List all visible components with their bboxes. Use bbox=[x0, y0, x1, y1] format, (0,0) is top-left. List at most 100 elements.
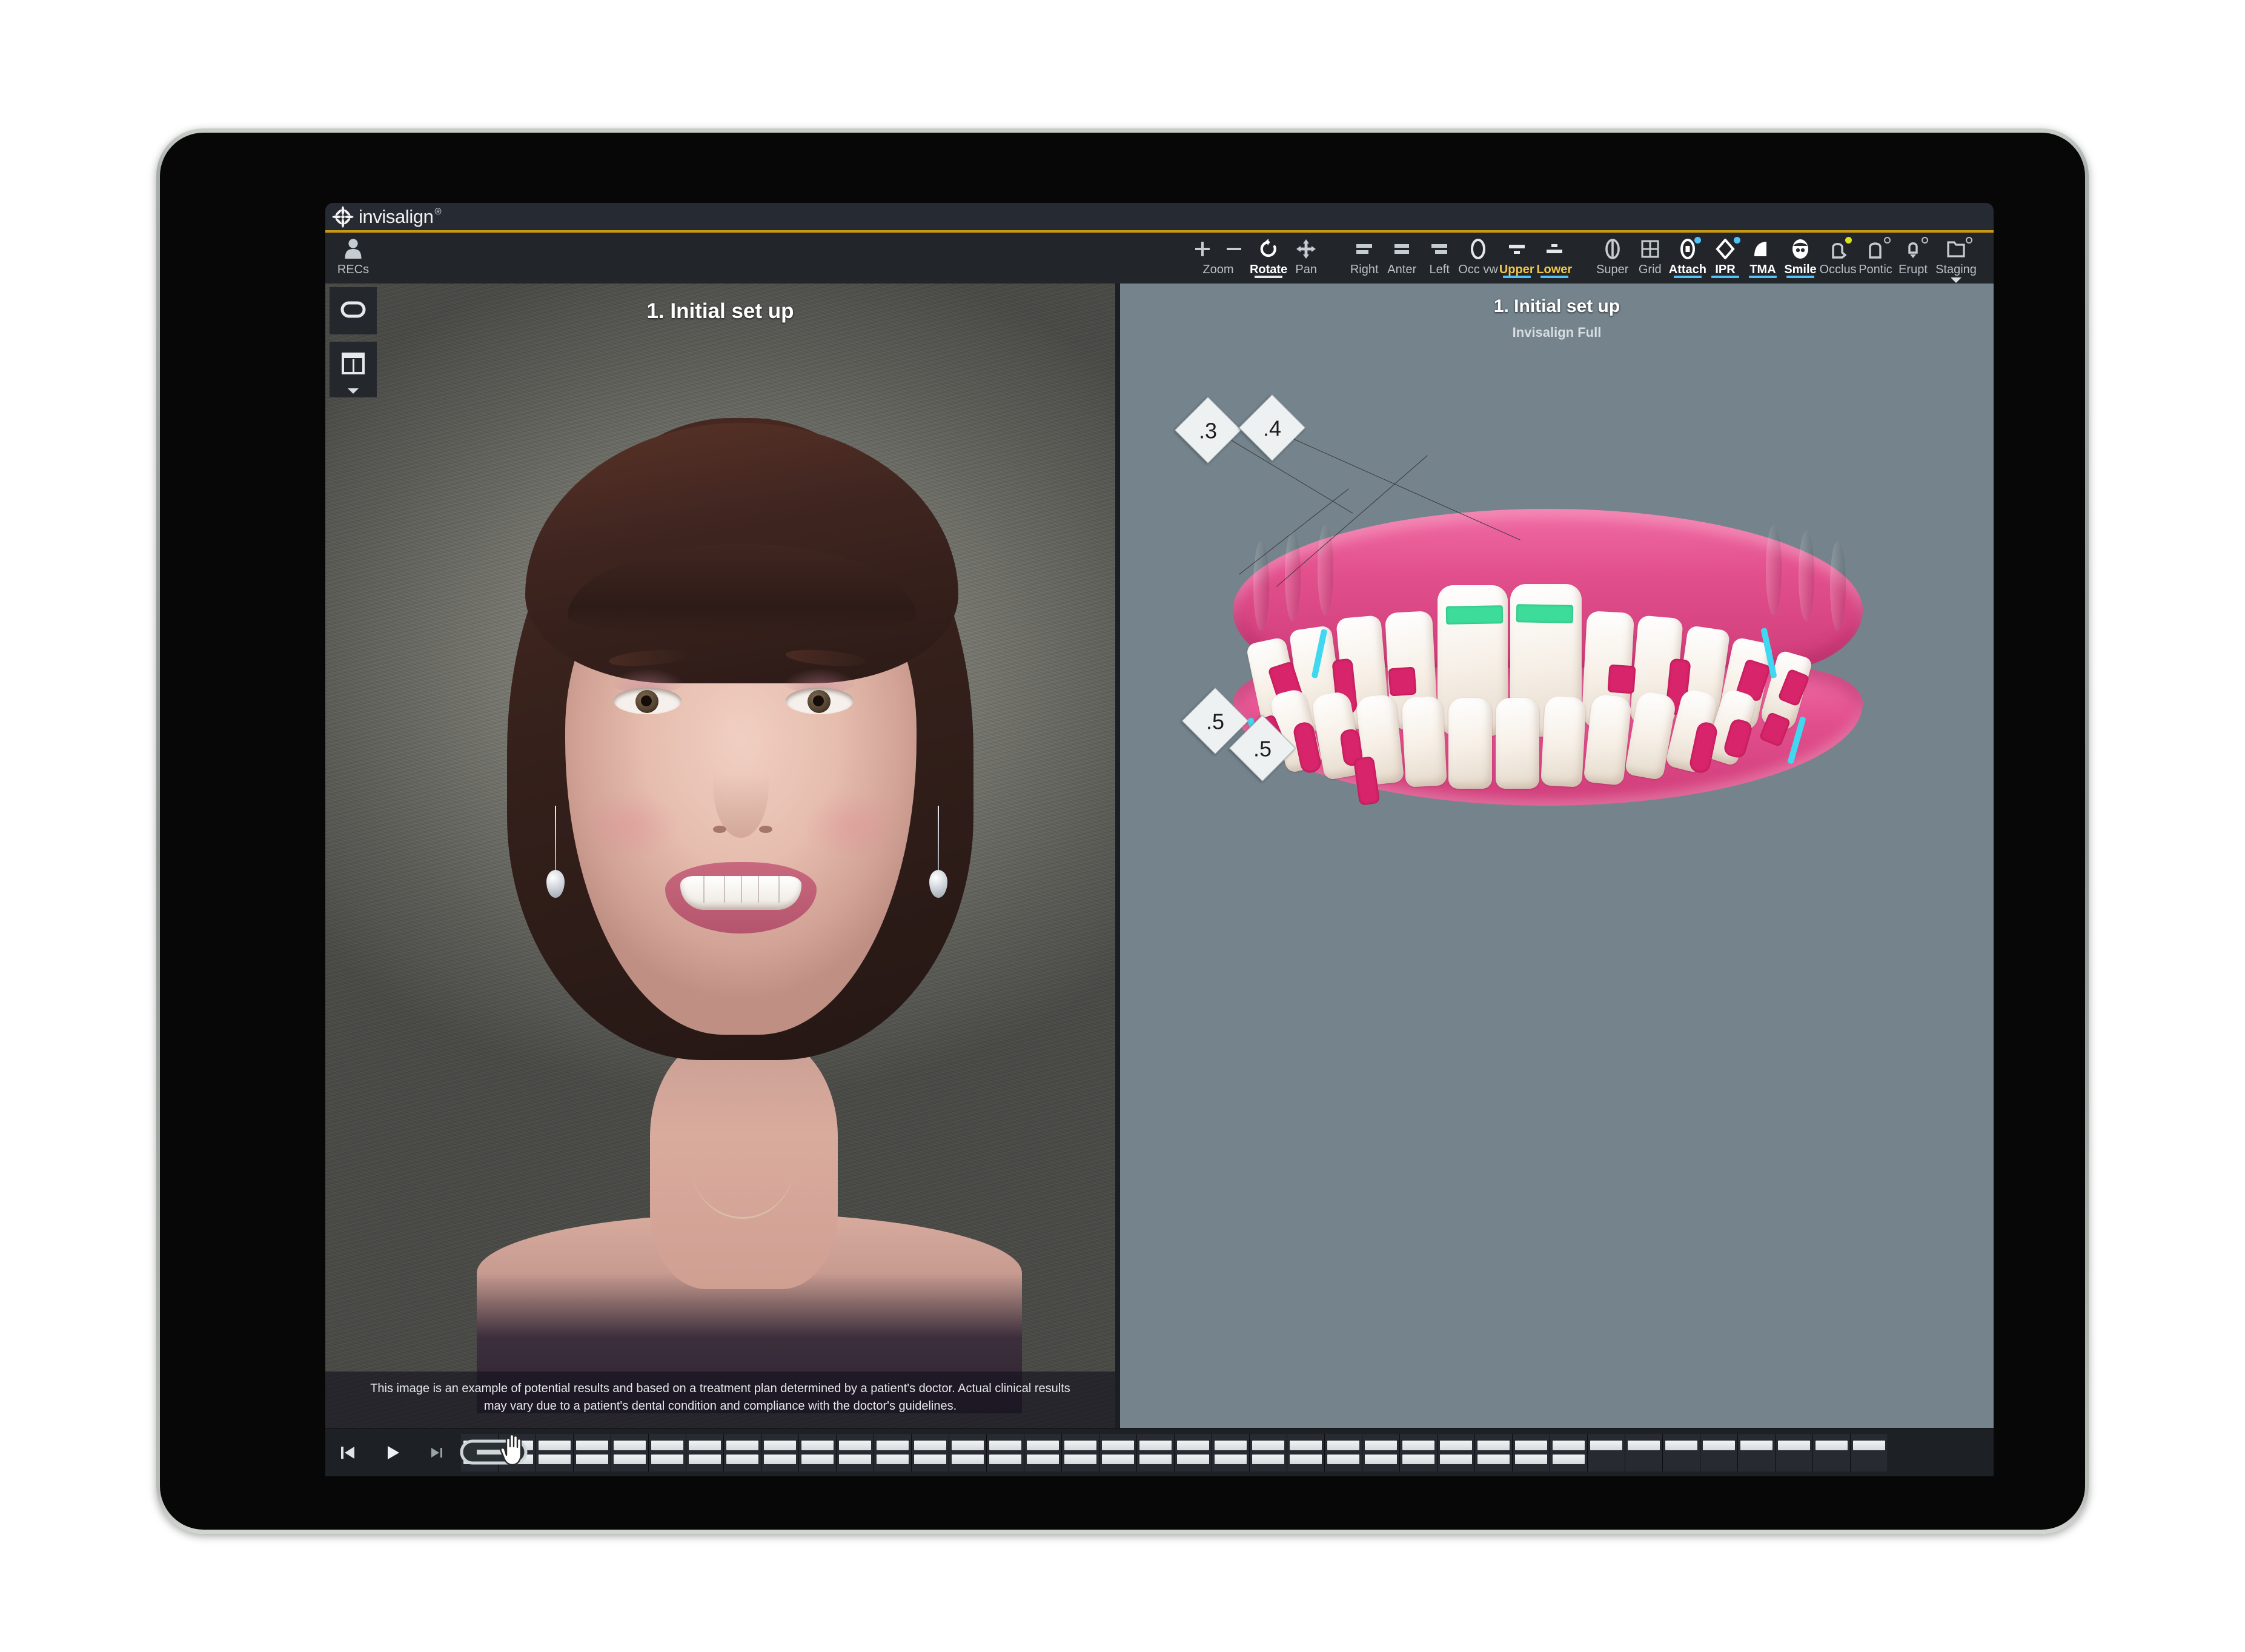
timeline-stage-cell[interactable] bbox=[1250, 1433, 1287, 1471]
timeline-stage-cell[interactable] bbox=[1325, 1433, 1362, 1471]
staging-dropdown-caret[interactable] bbox=[1951, 277, 1961, 283]
timeline-stage-cell[interactable] bbox=[1700, 1433, 1738, 1471]
oval-tool-button[interactable] bbox=[330, 287, 377, 334]
dental-3d-viewport[interactable]: 1. Initial set up Invisalign Full .3 .4 … bbox=[1120, 284, 1994, 1428]
timeline-stage-cell[interactable] bbox=[874, 1433, 912, 1471]
occlusal-view-tool[interactable]: Occ vw bbox=[1458, 233, 1498, 284]
timeline-stage-cell[interactable] bbox=[686, 1433, 724, 1471]
oval-outline-icon bbox=[340, 301, 366, 321]
smile-tool[interactable]: Smile bbox=[1782, 233, 1819, 284]
tma-arch-icon bbox=[1752, 238, 1774, 260]
attachment-tool[interactable]: Attach bbox=[1669, 233, 1706, 284]
rotate-active-underline bbox=[1255, 276, 1283, 278]
timeline-stage-cell[interactable] bbox=[1738, 1433, 1776, 1471]
tma-active-underline bbox=[1749, 276, 1777, 278]
rotate-label: Rotate bbox=[1249, 263, 1288, 276]
superimpose-tool[interactable]: Super bbox=[1594, 233, 1631, 284]
stage-bar-upper bbox=[1553, 1441, 1585, 1450]
pontic-tool[interactable]: Pontic bbox=[1857, 233, 1894, 284]
timeline-track[interactable] bbox=[461, 1433, 1888, 1471]
ipr-measurement-badge[interactable]: .4 bbox=[1238, 394, 1306, 462]
occlusion-tool[interactable]: Occlus bbox=[1819, 233, 1857, 284]
stage-bar-lower bbox=[1703, 1455, 1735, 1464]
nostril-right bbox=[759, 826, 772, 833]
skip-to-end-button[interactable] bbox=[415, 1428, 460, 1477]
timeline-stage-cell[interactable] bbox=[649, 1433, 686, 1471]
invisalign-clincheck-app: invisalign ® RECs Zoom Rotate Pan Right … bbox=[325, 203, 1994, 1476]
timeline-stage-cell[interactable] bbox=[1550, 1433, 1588, 1471]
timeline-stage-cell[interactable] bbox=[1400, 1433, 1438, 1471]
timeline-stage-cell[interactable] bbox=[1588, 1433, 1625, 1471]
play-button[interactable] bbox=[370, 1428, 415, 1477]
stage-bar-lower bbox=[1027, 1455, 1059, 1464]
skip-to-start-button[interactable] bbox=[325, 1428, 370, 1477]
view-anterior-label: Anter bbox=[1387, 263, 1417, 276]
timeline-stage-cell[interactable] bbox=[912, 1433, 949, 1471]
view-left-tool[interactable]: Left bbox=[1421, 233, 1458, 284]
timeline-stage-cell[interactable] bbox=[611, 1433, 649, 1471]
timeline-stage-cell[interactable] bbox=[1776, 1433, 1813, 1471]
timeline-stage-cell[interactable] bbox=[1851, 1433, 1888, 1471]
timeline-stage-cell[interactable] bbox=[949, 1433, 987, 1471]
stage-bar-upper bbox=[801, 1441, 834, 1450]
tooth-lower-central bbox=[1448, 698, 1492, 789]
timeline-stage-cell[interactable] bbox=[724, 1433, 761, 1471]
eruption-tool[interactable]: Erupt bbox=[1894, 233, 1932, 284]
timeline-stage-cell[interactable] bbox=[1813, 1433, 1851, 1471]
ipr-value: .5 bbox=[1205, 709, 1225, 734]
timeline-stage-cell[interactable] bbox=[761, 1433, 799, 1471]
timeline-stage-cell[interactable] bbox=[1175, 1433, 1212, 1471]
grid-tool[interactable]: Grid bbox=[1631, 233, 1669, 284]
timeline-stage-cell[interactable] bbox=[536, 1433, 574, 1471]
timeline-stage-cell[interactable] bbox=[837, 1433, 874, 1471]
stage-timeline[interactable] bbox=[460, 1428, 1994, 1477]
timeline-stage-cell[interactable] bbox=[799, 1433, 837, 1471]
timeline-stage-cell[interactable] bbox=[1024, 1433, 1062, 1471]
stage-bar-upper bbox=[1703, 1441, 1735, 1450]
stage-bar-upper bbox=[1853, 1441, 1885, 1450]
pan-tool[interactable]: Pan bbox=[1287, 233, 1325, 284]
timeline-stage-cell[interactable] bbox=[1475, 1433, 1513, 1471]
upper-arch-tool[interactable]: Upper bbox=[1498, 233, 1536, 284]
stage-bar-upper bbox=[651, 1441, 683, 1450]
timeline-stage-cell[interactable] bbox=[1663, 1433, 1700, 1471]
lower-arch-tool[interactable]: Lower bbox=[1536, 233, 1573, 284]
view-right-tool[interactable]: Right bbox=[1345, 233, 1383, 284]
ipr-measurement-badge[interactable]: .3 bbox=[1174, 396, 1242, 464]
layout-dropdown-caret[interactable] bbox=[348, 388, 359, 394]
timeline-stage-cell[interactable] bbox=[1438, 1433, 1475, 1471]
lower-active-underline bbox=[1540, 276, 1568, 278]
ipr-tool[interactable]: IPR bbox=[1706, 233, 1744, 284]
layout-tool-button[interactable] bbox=[330, 342, 377, 397]
timeline-stage-cell[interactable] bbox=[1212, 1433, 1250, 1471]
rotate-tool[interactable]: Rotate bbox=[1250, 233, 1287, 284]
timeline-stage-cell[interactable] bbox=[574, 1433, 611, 1471]
timeline-stage-cell[interactable] bbox=[1625, 1433, 1663, 1471]
tooth-lower bbox=[1540, 695, 1587, 788]
earring-right bbox=[929, 806, 947, 898]
staging-tool[interactable]: Staging bbox=[1932, 233, 1980, 284]
view-anterior-tool[interactable]: Anter bbox=[1383, 233, 1421, 284]
timeline-stage-cell[interactable] bbox=[987, 1433, 1024, 1471]
timeline-stage-cell[interactable] bbox=[1362, 1433, 1400, 1471]
minus-icon[interactable] bbox=[1225, 240, 1243, 258]
recs-button[interactable]: RECs bbox=[330, 233, 376, 284]
stage-bar-upper bbox=[726, 1441, 758, 1450]
timeline-stage-cell[interactable] bbox=[1062, 1433, 1099, 1471]
superimpose-icon bbox=[1605, 238, 1620, 260]
smile-active-underline bbox=[1786, 276, 1814, 278]
timeline-stage-cell[interactable] bbox=[1287, 1433, 1325, 1471]
plus-icon[interactable] bbox=[1193, 240, 1212, 258]
timeline-stage-cell[interactable] bbox=[1099, 1433, 1137, 1471]
timeline-stage-cell[interactable] bbox=[1513, 1433, 1550, 1471]
timeline-stage-cell[interactable] bbox=[1137, 1433, 1175, 1471]
smile-photo-panel[interactable]: 1. Initial set up This image is an examp… bbox=[325, 284, 1115, 1428]
right-panel-title: 1. Initial set up bbox=[1493, 296, 1620, 316]
tma-tool[interactable]: TMA bbox=[1744, 233, 1782, 284]
toolbar-groups: Zoom Rotate Pan Right Anter Left Occ vw … bbox=[1187, 233, 1994, 284]
occlusion-label: Occlus bbox=[1819, 263, 1857, 276]
feature-tool-group: Super Grid Attach IPR TMA Smile Occlus P… bbox=[1594, 233, 1980, 284]
zoom-control[interactable]: Zoom bbox=[1187, 233, 1250, 284]
stage-bar-lower bbox=[914, 1455, 946, 1464]
superimpose-label: Super bbox=[1596, 263, 1629, 276]
